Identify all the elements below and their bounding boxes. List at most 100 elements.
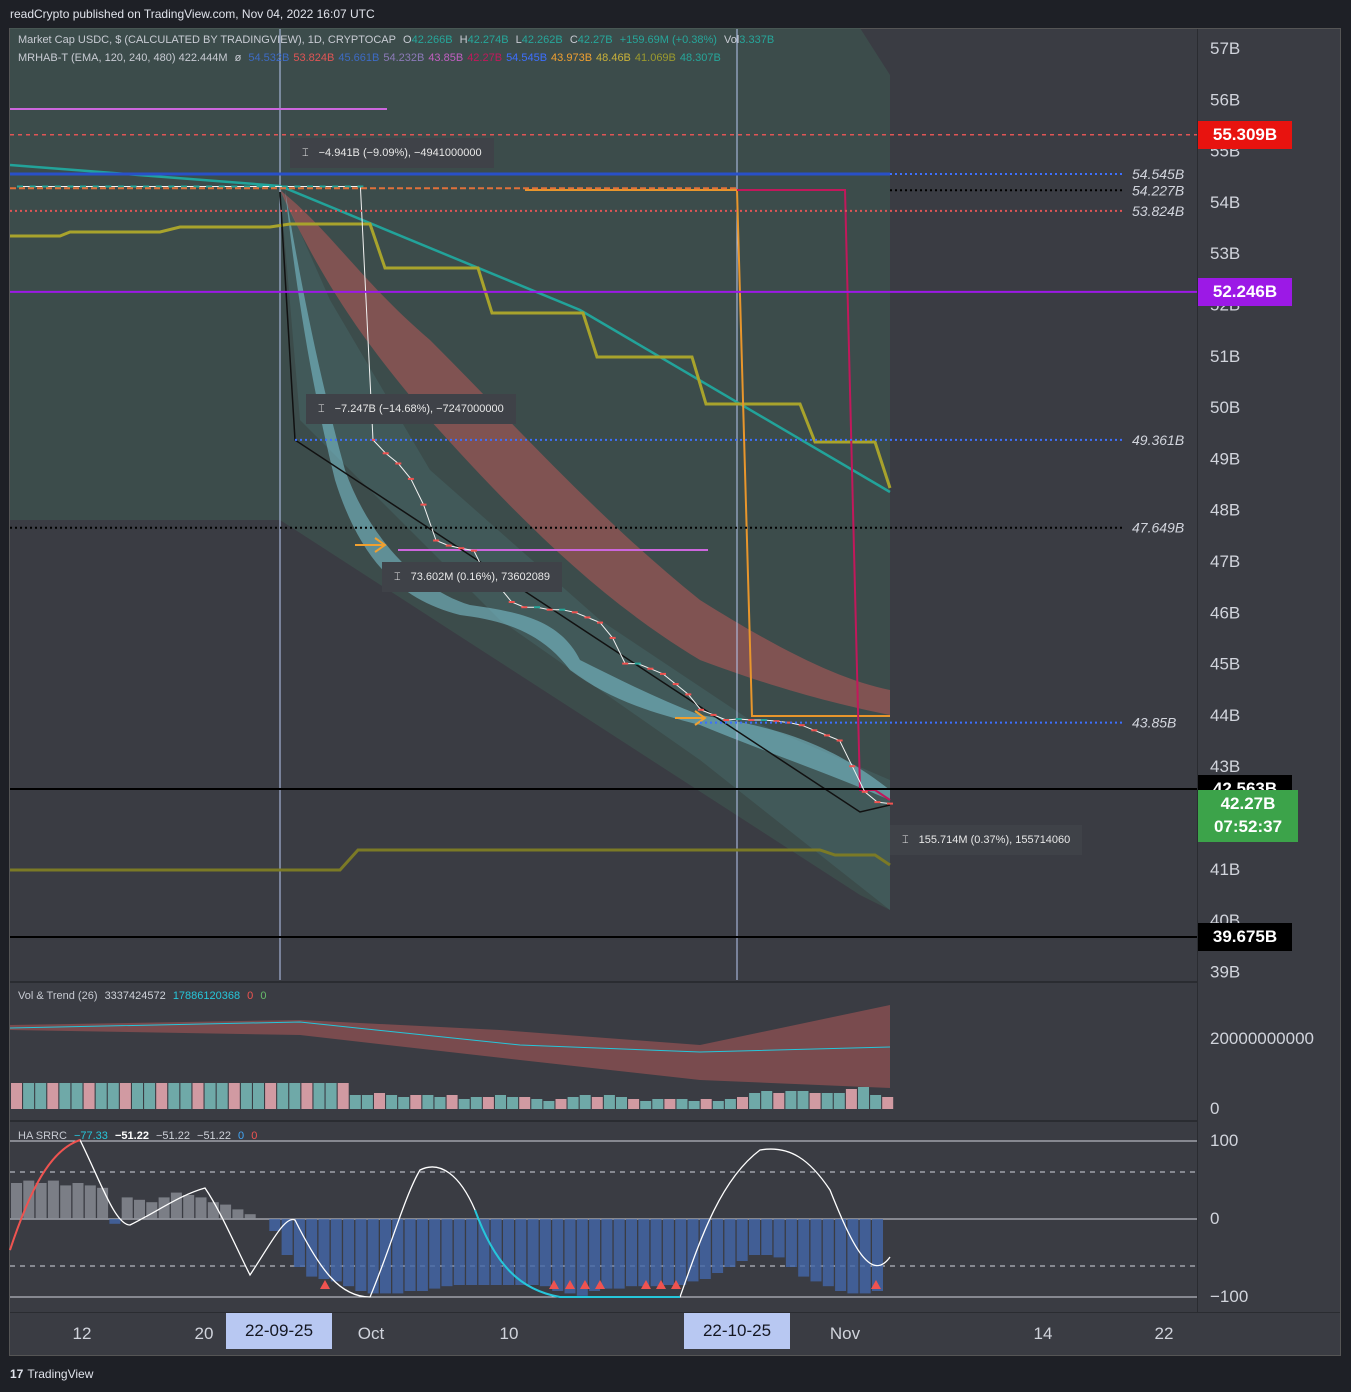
ha-srrc-title: HA SRRC [18, 1130, 67, 1142]
osc-bar [109, 1219, 121, 1224]
y-tick-label: 43B [1210, 757, 1240, 776]
price-candle [117, 185, 124, 188]
volume-bar [216, 1083, 228, 1109]
price-candle [407, 477, 414, 480]
volume-bar [809, 1093, 821, 1109]
ha-srrc-value-6: 0 [251, 1130, 258, 1142]
ha-srrc-value-3: −51.22 [156, 1130, 190, 1142]
price-candle [836, 739, 843, 742]
osc-bar [773, 1219, 785, 1258]
price-candle [17, 185, 23, 188]
measure-box-3[interactable]: ⌶ 73.602M (0.16%), 73602089 [382, 562, 563, 592]
y-tick-label: 56B [1210, 90, 1240, 109]
price-axis-border [1197, 29, 1198, 1312]
volume-bar [700, 1099, 712, 1109]
osc-bar [601, 1219, 613, 1289]
current-price: 42.27B [1220, 794, 1276, 813]
measure-text-3: 73.602M (0.16%), 73602089 [410, 571, 551, 583]
volume-bar [676, 1099, 688, 1109]
osc-bar [749, 1219, 760, 1255]
osc-bar [847, 1219, 859, 1294]
volume-bar [240, 1083, 252, 1109]
price-candle [294, 185, 301, 188]
volume-bar [71, 1083, 83, 1109]
osc-bar [552, 1219, 564, 1291]
price-candle [458, 547, 465, 550]
price-tag-52246: 52.246B [1198, 277, 1292, 306]
ha-srrc-value-1: −77.33 [73, 1130, 108, 1142]
price-candle [748, 719, 755, 721]
osc-axis-0: 0 [1210, 1209, 1220, 1228]
osc-bar [134, 1199, 145, 1219]
osc-bar [822, 1219, 834, 1287]
osc-bar [72, 1183, 84, 1219]
volume-bar [180, 1083, 192, 1109]
measure-box-2[interactable]: ⌶ −7.247B (−14.68%), −7247000000 [306, 394, 516, 424]
ha-srrc-value-5: 0 [238, 1130, 245, 1142]
price-candle [54, 185, 61, 188]
mrhab-value-4: 43.85B [428, 52, 464, 64]
volume-bar [543, 1101, 555, 1109]
price-candle [433, 539, 440, 542]
volume-bar [83, 1083, 95, 1109]
volume-bar [724, 1099, 736, 1109]
volume-bar [337, 1083, 349, 1109]
vol-trend-band [10, 1005, 890, 1088]
volume-bar [797, 1091, 809, 1109]
osc-bar [35, 1183, 47, 1219]
osc-bar [121, 1197, 133, 1219]
osc-bar [736, 1219, 748, 1261]
volume-bar [95, 1083, 107, 1109]
legend-h-value: 42.274B [467, 34, 509, 46]
osc-bar [195, 1197, 207, 1219]
osc-bar [392, 1219, 404, 1294]
volume-bar [156, 1083, 168, 1109]
price-candle [521, 606, 528, 609]
measure-box-4[interactable]: ⌶ 155.714M (0.37%), 155714060 [890, 825, 1083, 855]
volume-bar [446, 1095, 458, 1109]
volume-bar [374, 1093, 385, 1109]
price-candle [395, 462, 402, 465]
volume-bar [144, 1083, 156, 1109]
measure-text-1: −4.941B (−9.09%), −4941000000 [318, 147, 482, 159]
price-candle [874, 801, 881, 804]
main-legend: Market Cap USDC, $ (CALCULATED BY TRADIN… [18, 34, 778, 46]
volume-bar [628, 1099, 640, 1109]
y-tick-label: 53B [1210, 244, 1240, 263]
volume-bar [882, 1097, 894, 1109]
mrhab-value-2: 45.661B [338, 52, 380, 64]
x-tick-label: Nov [830, 1324, 861, 1343]
level-label-1: 54.227B [1132, 182, 1184, 198]
vol-axis-0: 0 [1210, 1099, 1220, 1118]
chart-canvas[interactable]: 54.545B54.227B53.824B49.361B47.649B43.85… [0, 0, 1351, 1392]
volume-bar [434, 1097, 446, 1109]
vol-axis-20b: 20000000000 [1210, 1029, 1315, 1048]
tradingview-footer[interactable]: 17 TradingView [0, 1362, 1351, 1392]
price-candle [597, 621, 603, 624]
mrhab-value-0: 54.532B [248, 52, 290, 64]
measure-box-1[interactable]: ⌶ −4.941B (−9.09%), −4941000000 [290, 138, 494, 168]
osc-bar [626, 1219, 637, 1287]
vol-trend-title: Vol & Trend (26) [18, 990, 98, 1002]
osc-bar [281, 1219, 293, 1255]
volume-bar [664, 1099, 676, 1109]
price-candle [256, 185, 263, 188]
price-candle [559, 608, 566, 611]
price-candle [29, 185, 36, 188]
volume-bar [458, 1099, 470, 1109]
osc-bar [11, 1183, 22, 1219]
volume-bar [567, 1097, 579, 1109]
price-candle [634, 662, 641, 665]
price-candle [420, 503, 427, 506]
x-tick-label: 14 [1034, 1324, 1053, 1343]
volume-bar [531, 1099, 543, 1109]
mrhab-legend: MRHAB-T (EMA, 120, 240, 480) 422.444M ø … [18, 52, 725, 64]
x-tick-label: 12 [73, 1324, 92, 1343]
tradingview-logo-icon: 17 [10, 1367, 24, 1381]
price-candle [697, 708, 704, 711]
mrhab-symbol: ø [234, 52, 242, 64]
ha-srrc-value-2: −51.22 [114, 1130, 149, 1142]
volume-bar [289, 1083, 301, 1109]
osc-bar [343, 1219, 355, 1287]
mrhab-value-7: 43.973B [551, 52, 593, 64]
